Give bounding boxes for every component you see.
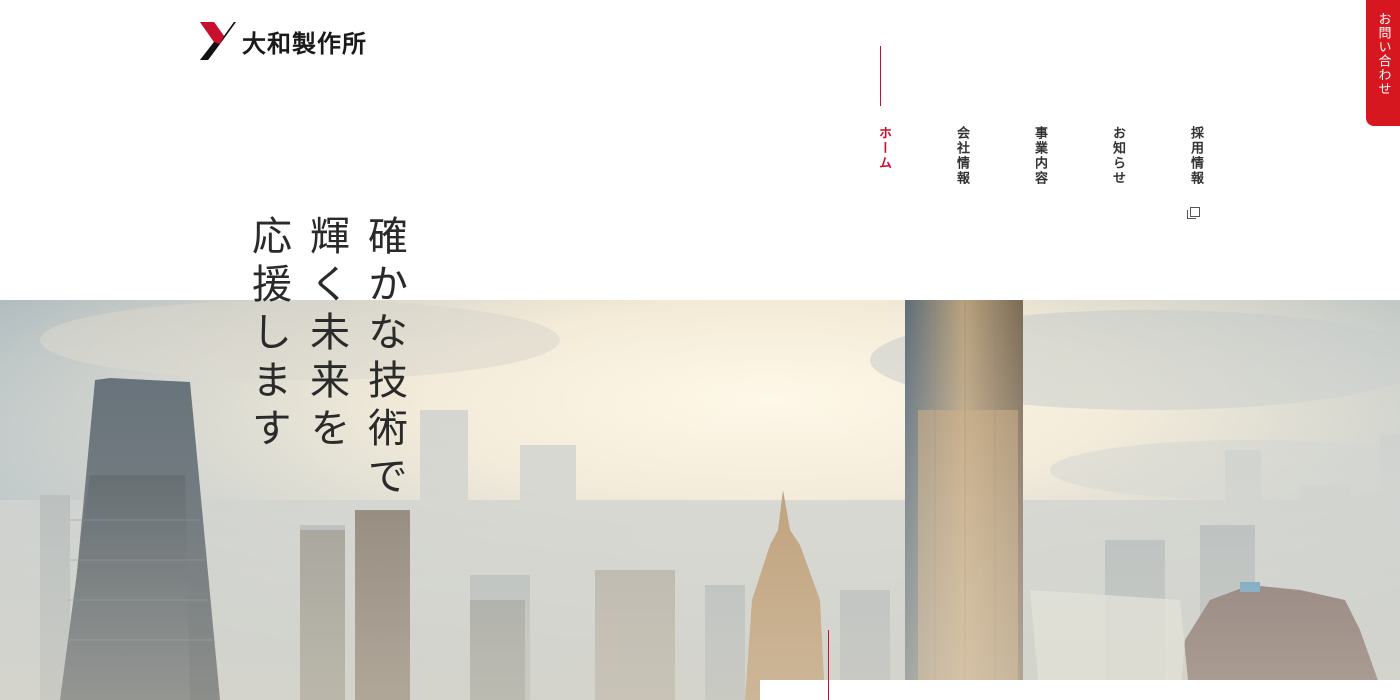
- logo[interactable]: 大和製作所: [200, 22, 367, 60]
- external-link-icon: [1187, 207, 1200, 219]
- catch-line-1: 確かな技術で: [361, 215, 407, 503]
- logo-mark-icon: [200, 22, 236, 60]
- nav-item-news[interactable]: お知らせ: [1108, 126, 1127, 186]
- contact-button[interactable]: お問い合わせ: [1366, 0, 1400, 126]
- hero-image: [0, 300, 1400, 700]
- catch-line-3: 応援します: [245, 215, 291, 455]
- cityscape-image: [0, 300, 1400, 700]
- main-nav: ホーム 会社情報 事業内容 お知らせ 採用情報: [862, 46, 1222, 226]
- nav-item-label: お知らせ: [1110, 126, 1125, 186]
- logo-text: 大和製作所: [242, 29, 367, 58]
- content-panel-edge: [760, 680, 1400, 700]
- nav-item-label: 会社情報: [954, 126, 969, 186]
- catch-line-2: 輝く未来を: [303, 215, 349, 455]
- scroll-indicator: [828, 630, 829, 700]
- nav-item-company[interactable]: 会社情報: [952, 126, 971, 186]
- nav-item-business[interactable]: 事業内容: [1030, 126, 1049, 186]
- nav-item-label: ホーム: [876, 126, 891, 171]
- hero-catch-copy: 確かな技術で 輝く未来を 応援します: [245, 215, 407, 515]
- contact-label: お問い合わせ: [1375, 12, 1391, 96]
- nav-item-recruit[interactable]: 採用情報: [1186, 126, 1205, 219]
- nav-active-indicator: [880, 46, 881, 106]
- nav-item-home[interactable]: ホーム: [874, 126, 893, 171]
- nav-item-label: 採用情報: [1188, 126, 1203, 186]
- nav-item-label: 事業内容: [1032, 126, 1047, 186]
